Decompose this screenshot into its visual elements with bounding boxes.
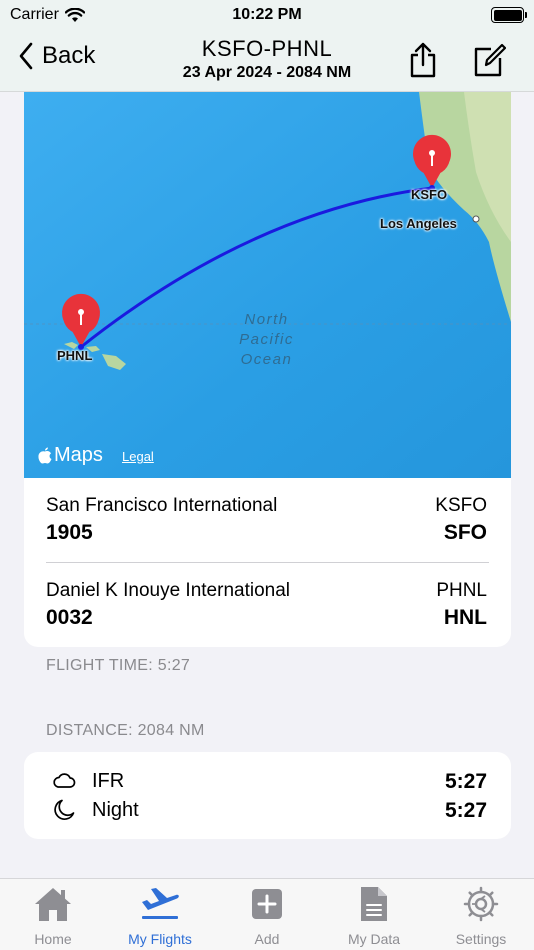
tab-my-data-label: My Data bbox=[347, 931, 401, 947]
departure-airport-row[interactable]: San Francisco International 1905 KSFO SF… bbox=[24, 478, 511, 562]
cloud-icon bbox=[53, 773, 76, 788]
night-label: Night bbox=[92, 799, 139, 821]
time-row-ifr[interactable]: IFR 5:27 bbox=[24, 766, 511, 796]
tab-settings[interactable]: Settings bbox=[428, 885, 534, 949]
moon-icon bbox=[54, 799, 75, 820]
compose-icon bbox=[474, 43, 507, 77]
map-canvas bbox=[24, 92, 511, 478]
tab-add[interactable]: Add bbox=[214, 885, 320, 949]
tab-settings-label: Settings bbox=[455, 931, 507, 947]
share-button[interactable] bbox=[407, 42, 439, 83]
page-title: KSFO-PHNL bbox=[201, 36, 333, 61]
legal-link[interactable]: Legal bbox=[122, 449, 154, 464]
night-value: 5:27 bbox=[444, 799, 487, 822]
edit-button[interactable] bbox=[472, 42, 507, 83]
status-time: 10:22 PM bbox=[232, 6, 302, 23]
departure-icao: KSFO bbox=[435, 495, 487, 516]
city-label: Los Angeles bbox=[380, 216, 457, 231]
ifr-label: IFR bbox=[92, 770, 125, 792]
share-icon bbox=[410, 42, 436, 78]
gear-icon bbox=[463, 886, 499, 922]
tab-home[interactable]: Home bbox=[0, 885, 106, 949]
maps-logo: Maps bbox=[38, 444, 103, 467]
navigation-bar: Back KSFO-PHNL 23 Apr 2024 - 2084 NM bbox=[0, 30, 534, 92]
times-card: IFR 5:27 Night 5:27 bbox=[24, 752, 511, 839]
arrival-time: 0032 bbox=[46, 606, 93, 629]
tab-bar: Home My Flights Add My Data Settings bbox=[0, 878, 534, 950]
arrival-icao: PHNL bbox=[436, 580, 487, 601]
distance-label: DISTANCE: 2084 NM bbox=[46, 722, 205, 739]
add-icon bbox=[252, 889, 282, 919]
apple-logo-icon bbox=[38, 447, 52, 464]
airplane-departure-icon bbox=[142, 888, 179, 919]
ocean-label: North Pacific Ocean bbox=[239, 311, 294, 368]
arrival-iata: HNL bbox=[443, 606, 487, 629]
arrival-airport-name: Daniel K Inouye International bbox=[46, 580, 290, 601]
departure-iata: SFO bbox=[443, 521, 487, 544]
departure-airport-name: San Francisco International bbox=[46, 495, 278, 516]
tab-add-label: Add bbox=[254, 931, 280, 947]
arrival-airport-row[interactable]: Daniel K Inouye International 0032 PHNL … bbox=[24, 563, 511, 647]
tab-my-data[interactable]: My Data bbox=[321, 885, 427, 949]
route-map[interactable]: KSFO Los Angeles PHNL North Pacific Ocea… bbox=[24, 92, 511, 478]
tab-my-flights[interactable]: My Flights bbox=[107, 885, 213, 949]
origin-pin-label: KSFO bbox=[411, 187, 448, 202]
airports-card: San Francisco International 1905 KSFO SF… bbox=[24, 478, 511, 647]
destination-pin-label: PHNL bbox=[57, 348, 93, 363]
document-icon bbox=[361, 887, 387, 921]
page-subtitle: 23 Apr 2024 - 2084 NM bbox=[182, 64, 352, 81]
tab-home-label: Home bbox=[34, 931, 72, 947]
city-dot bbox=[472, 215, 480, 223]
home-icon bbox=[35, 888, 71, 921]
tab-my-flights-label: My Flights bbox=[128, 931, 192, 947]
time-row-night[interactable]: Night 5:27 bbox=[24, 795, 511, 825]
ifr-value: 5:27 bbox=[444, 770, 487, 793]
departure-time: 1905 bbox=[46, 521, 93, 544]
battery-icon bbox=[491, 7, 527, 23]
status-bar: Carrier 10:22 PM bbox=[0, 0, 534, 30]
flight-time-label: FLIGHT TIME: 5:27 bbox=[46, 657, 191, 674]
